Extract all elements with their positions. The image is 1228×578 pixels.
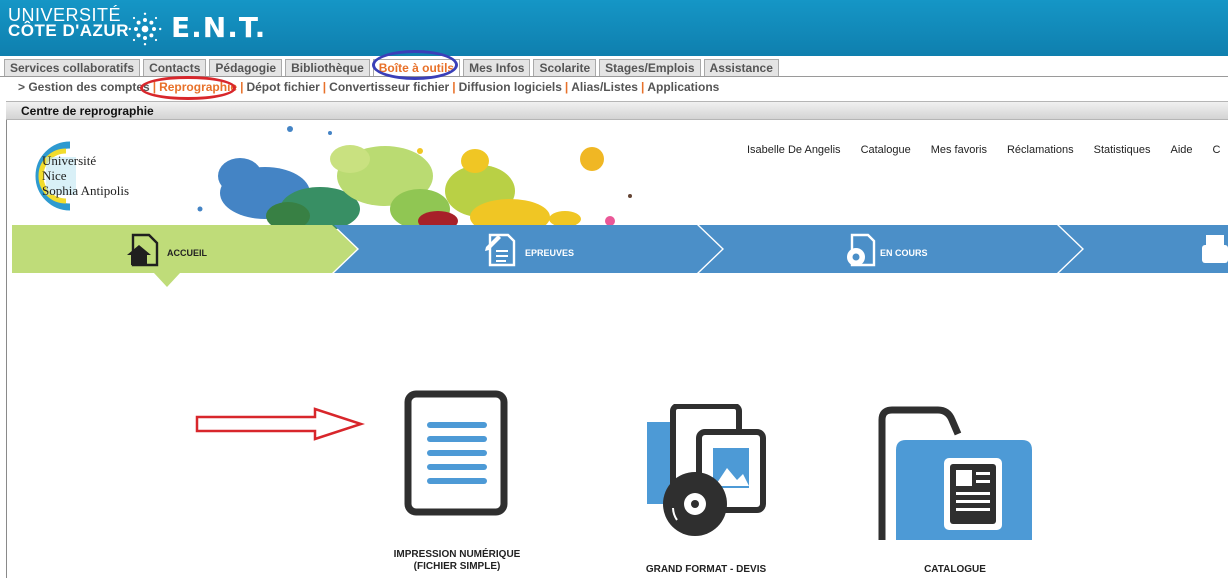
menu-aide[interactable]: Aide [1170, 144, 1192, 156]
menu-statistiques[interactable]: Statistiques [1094, 144, 1151, 156]
university-name-line2: CÔTE D'AZUR [8, 21, 129, 40]
menu-truncated-item[interactable]: C [1213, 144, 1221, 156]
annotation-arrow-icon [195, 407, 365, 441]
user-menu: Isabelle De Angelis Catalogue Mes favori… [747, 144, 1220, 156]
tab-divider [0, 76, 1228, 77]
tab-contacts[interactable]: Contacts [143, 59, 207, 76]
sub-navigation: > Gestion des comptes | Reprographie | Dépot… [18, 80, 720, 94]
tile-label-grand-format: GRAND FORMAT - DEVIS [645, 564, 767, 575]
tab-assistance[interactable]: Assistance [703, 59, 779, 76]
section-title: Centre de reprographie [21, 104, 154, 118]
section-header: Centre de reprographie [6, 101, 1228, 120]
tab-services-collaboratifs[interactable]: Services collaboratifs [4, 59, 141, 76]
paint-splash-decoration [197, 126, 632, 231]
tab-boite-a-outils[interactable]: Boîte à outils [372, 59, 461, 76]
tile-impression-numerique[interactable] [400, 390, 512, 520]
document-icon [404, 390, 508, 516]
step-label-en-cours: EN COURS [880, 248, 928, 258]
tab-mes-infos[interactable]: Mes Infos [463, 59, 531, 76]
subnav-gestion-comptes[interactable]: > Gestion des comptes [18, 80, 150, 94]
tile-grand-format[interactable] [645, 403, 767, 540]
unsa-logo-text: Université Nice Sophia Antipolis [42, 153, 130, 198]
tab-pedagogie[interactable]: Pédagogie [209, 59, 283, 76]
dots-logo-icon [128, 12, 162, 46]
subnav-alias-listes[interactable]: Alias/Listes [571, 80, 638, 94]
menu-catalogue[interactable]: Catalogue [861, 144, 911, 156]
portal-title: E.N.T. [171, 11, 267, 44]
image-disc-icon [647, 403, 766, 536]
main-tabs: Services collaboratifs Contacts Pédagogi… [4, 59, 779, 76]
subnav-applications[interactable]: Applications [647, 80, 719, 94]
step-label-epreuves: EPREUVES [525, 248, 575, 258]
subnav-diffusion-logiciels[interactable]: Diffusion logiciels [459, 80, 562, 94]
menu-reclamations[interactable]: Réclamations [1007, 144, 1074, 156]
step-label-accueil: ACCUEIL [167, 248, 207, 258]
tile-label-impression: IMPRESSION NUMÉRIQUE (FICHIER SIMPLE) [393, 549, 521, 572]
tile-label-catalogue: CATALOGUE [924, 564, 986, 575]
tab-scolarite[interactable]: Scolarite [533, 59, 597, 76]
menu-user-name[interactable]: Isabelle De Angelis [747, 144, 841, 156]
menu-mes-favoris[interactable]: Mes favoris [931, 144, 987, 156]
tab-stages-emplois[interactable]: Stages/Emplois [599, 59, 701, 76]
page: UNIVERSITÉ CÔTE D'AZUR E.N.T. Services c… [0, 0, 1228, 578]
tab-bibliotheque[interactable]: Bibliothèque [285, 59, 370, 76]
subnav-convertisseur-fichier[interactable]: Convertisseur fichier [329, 80, 449, 94]
folder-document-icon [878, 406, 1032, 540]
portal-header: UNIVERSITÉ CÔTE D'AZUR E.N.T. [0, 0, 1228, 56]
subnav-reprographie[interactable]: Reprographie [159, 80, 237, 94]
university-logo[interactable]: UNIVERSITÉ CÔTE D'AZUR [8, 6, 129, 40]
tile-catalogue[interactable] [878, 406, 1032, 540]
subnav-depot-fichier[interactable]: Dépot fichier [246, 80, 319, 94]
frame-border [6, 120, 7, 578]
unsa-logo[interactable]: Université Nice Sophia Antipolis [30, 141, 160, 211]
